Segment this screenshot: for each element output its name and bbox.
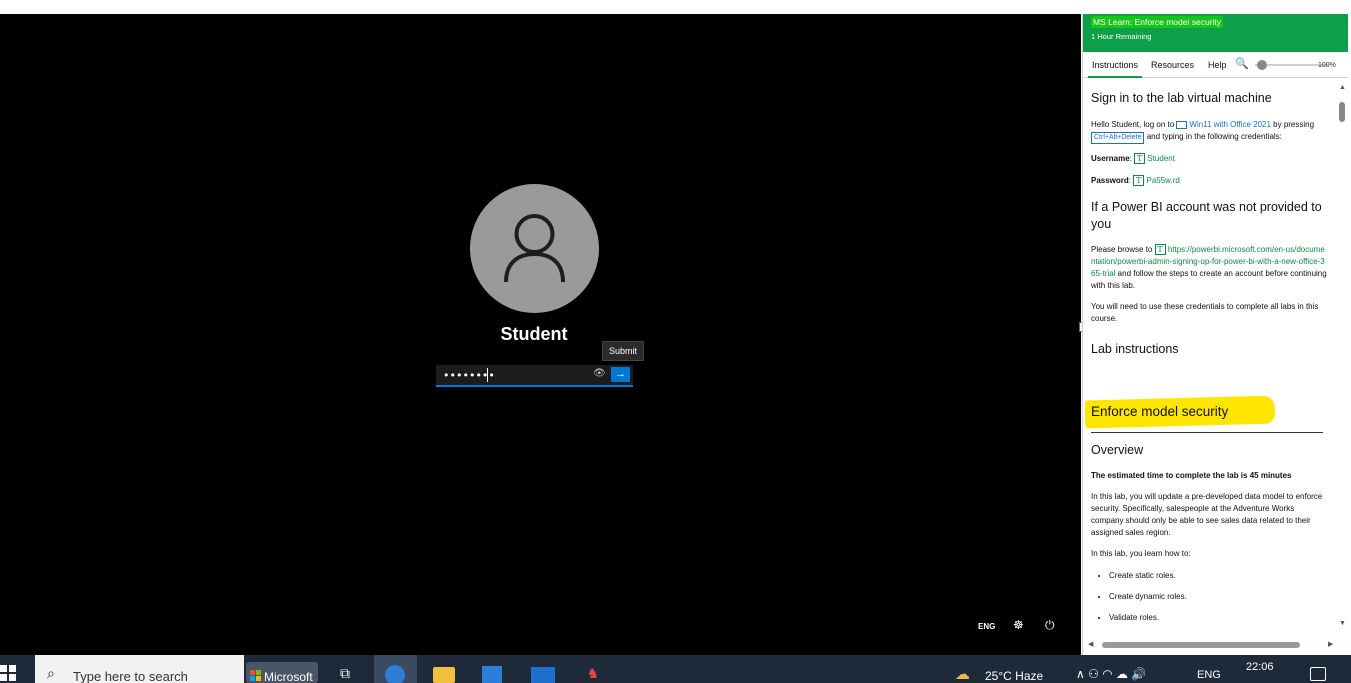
screen: Student Submit •••••••• 👁 → ENG ☸ ⏻ MS L… — [0, 0, 1351, 683]
mail-icon[interactable] — [531, 667, 555, 683]
instructions-content: Sign in to the lab virtual machine Hello… — [1084, 90, 1327, 622]
scroll-right-icon[interactable]: ▶ — [1328, 640, 1333, 648]
username-line: Username: T Student — [1091, 153, 1175, 164]
vm-login-screen[interactable]: Student Submit •••••••• 👁 → ENG ☸ ⏻ — [0, 14, 1081, 655]
microsoft-logo-icon — [250, 670, 262, 682]
app-icon[interactable]: ♞ — [582, 664, 604, 683]
tab-help[interactable]: Help — [1208, 60, 1227, 70]
taskbar: ⌕ Type here to search Microsoft ⧉ ♞ ☁ 25… — [0, 655, 1351, 683]
ctrl-alt-delete-button[interactable]: Ctrl+Alt+Delete — [1091, 132, 1145, 144]
zoom-icon: 🔍 — [1235, 58, 1249, 70]
pbi-text-b: and follow the steps to create an accoun… — [1091, 269, 1327, 290]
panel-header: MS Learn: Enforce model security 1 Hour … — [1083, 14, 1348, 52]
accessibility-icon[interactable]: ☸ — [1013, 618, 1024, 632]
text-caret — [487, 368, 488, 382]
overview-paragraph: In this lab, you will update a pre-devel… — [1091, 492, 1323, 537]
password-label: Password — [1091, 176, 1129, 185]
time-remaining: 1 Hour Remaining — [1091, 32, 1152, 41]
submit-button[interactable]: → — [611, 367, 630, 382]
password-line: Password: T Pa55w.rd — [1091, 175, 1180, 186]
zoom-value: 100% — [1318, 62, 1336, 69]
lab-title: MS Learn: Enforce model security — [1091, 16, 1224, 28]
microsoft-app-label: Microsoft — [264, 670, 313, 683]
overview-section: Overview The estimated time to complete … — [1091, 442, 1327, 633]
reveal-password-icon[interactable]: 👁 — [593, 368, 606, 379]
user-icon — [504, 214, 565, 283]
language-indicator[interactable]: ENG — [1197, 669, 1221, 681]
overview-learn: In this lab, you learn how to: — [1091, 549, 1191, 558]
panel-tabs: Instructions Resources Help 🔍 100% — [1083, 52, 1348, 78]
scroll-down-icon[interactable]: ▼ — [1339, 620, 1346, 627]
horizontal-scrollbar[interactable]: ◀ ▶ — [1088, 640, 1338, 650]
signin-text-a: Hello Student, log on to — [1091, 120, 1177, 129]
microsoft-app-button[interactable]: Microsoft — [246, 662, 318, 683]
signin-text-b: by pressing — [1270, 120, 1315, 129]
pbi-paragraph-2: You will need to use these credentials t… — [1091, 302, 1319, 323]
edge-browser-icon[interactable] — [385, 665, 405, 683]
search-placeholder: Type here to search — [73, 669, 188, 683]
divider — [1091, 432, 1323, 433]
type-text-icon[interactable]: T — [1133, 175, 1145, 186]
lab-title-heading: Enforce model security — [1091, 404, 1229, 419]
vm-link[interactable]: Win11 with Office 2021 — [1189, 120, 1271, 129]
signin-text-c: and typing in the following credentials: — [1144, 132, 1282, 141]
password-input[interactable]: •••••••• 👁 → — [436, 365, 633, 387]
scroll-thumb[interactable] — [1339, 102, 1345, 122]
weather-icon[interactable]: ☁ — [955, 665, 970, 683]
lab-instructions-panel: MS Learn: Enforce model security 1 Hour … — [1082, 14, 1348, 655]
lab-instructions-heading: Lab instructions — [1091, 342, 1179, 356]
username-label: Username — [1091, 154, 1130, 163]
username-value[interactable]: Student — [1147, 154, 1175, 163]
pbi-paragraph: Please browse to T https://powerbi.micro… — [1091, 244, 1327, 292]
type-text-icon[interactable]: T — [1154, 244, 1166, 255]
zoom-slider-thumb[interactable] — [1257, 60, 1267, 70]
vertical-scrollbar[interactable]: ▲ ▼ — [1337, 84, 1347, 634]
task-view-icon[interactable]: ⧉ — [334, 664, 356, 683]
search-icon: ⌕ — [47, 665, 55, 681]
user-avatar — [470, 184, 599, 313]
scroll-left-icon[interactable]: ◀ — [1088, 640, 1093, 648]
scroll-up-icon[interactable]: ▲ — [1339, 84, 1346, 91]
submit-tooltip: Submit — [602, 341, 645, 361]
learn-list: Create static roles. Create dynamic role… — [1091, 570, 1327, 624]
list-item: Create dynamic roles. — [1109, 591, 1327, 603]
list-item: Validate roles. — [1109, 612, 1327, 624]
list-item: Create static roles. — [1109, 570, 1327, 582]
signin-heading: Sign in to the lab virtual machine — [1091, 91, 1272, 105]
clock[interactable]: 22:06 — [1246, 661, 1274, 673]
password-value[interactable]: Pa55w.rd — [1146, 176, 1179, 185]
vm-language-indicator[interactable]: ENG — [978, 622, 995, 631]
power-icon[interactable]: ⏻ — [1045, 618, 1055, 633]
taskbar-search-box[interactable]: ⌕ Type here to search — [35, 655, 244, 683]
overview-heading: Overview — [1091, 443, 1144, 457]
monitor-icon — [1176, 120, 1188, 129]
windows-start-icon[interactable] — [0, 665, 18, 683]
weather-text[interactable]: 25°C Haze — [985, 669, 1043, 683]
system-tray-icons[interactable]: ∧ ⚇ ◠ ☁ 🔊 — [1076, 667, 1146, 681]
file-explorer-icon[interactable] — [433, 667, 455, 683]
scroll-thumb[interactable] — [1102, 642, 1300, 648]
type-text-icon[interactable]: T — [1134, 153, 1146, 164]
tab-instructions[interactable]: Instructions — [1088, 52, 1142, 78]
tab-resources[interactable]: Resources — [1151, 60, 1194, 70]
overview-time: The estimated time to complete the lab i… — [1091, 471, 1292, 480]
pbi-text-a: Please browse to — [1091, 245, 1155, 254]
pbi-heading: If a Power BI account was not provided t… — [1091, 200, 1322, 231]
store-icon[interactable] — [482, 666, 502, 683]
notification-icon[interactable] — [1310, 667, 1326, 681]
signin-paragraph: Hello Student, log on to Win11 with Offi… — [1091, 119, 1327, 144]
